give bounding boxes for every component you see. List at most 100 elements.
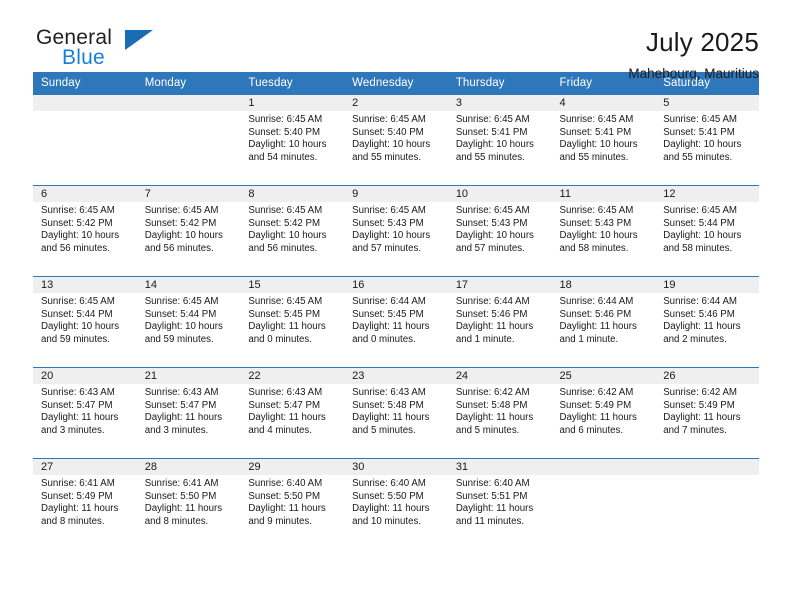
calendar-day-cell[interactable]: 6 Sunrise: 6:45 AM Sunset: 5:42 PM Daylight… xyxy=(33,185,137,277)
calendar-day-cell[interactable]: 3 Sunrise: 6:45 AM Sunset: 5:41 PM Daylight… xyxy=(447,95,552,186)
sunset-time: Sunset: 5:50 PM xyxy=(144,490,217,502)
day-details: Sunrise: 6:42 AM Sunset: 5:49 PM Daylight:… xyxy=(552,384,656,437)
day-number: 21 xyxy=(136,368,241,384)
calendar-day-cell[interactable]: 13 Sunrise: 6:45 AM Sunset: 5:44 PM Dayligh… xyxy=(33,276,137,368)
page-header: General Blue July 2025 Mahebourg, Maurit… xyxy=(33,0,759,81)
calendar-day-cell[interactable]: 23 Sunrise: 6:43 AM Sunset: 5:48 PM Dayligh… xyxy=(344,367,448,459)
daylight-duration-line2: and 0 minutes. xyxy=(248,333,312,345)
sunrise-time: Sunrise: 6:44 AM xyxy=(455,296,530,307)
calendar-day-cell[interactable]: 5 Sunrise: 6:45 AM Sunset: 5:41 PM Daylight… xyxy=(655,95,759,186)
daylight-duration-line1: Daylight: 11 hours xyxy=(559,412,637,424)
daylight-duration-line1: Daylight: 11 hours xyxy=(248,321,326,333)
day-number xyxy=(33,95,137,111)
daylight-duration-line2: and 56 minutes. xyxy=(144,242,214,254)
daylight-duration-line1: Daylight: 11 hours xyxy=(248,412,326,424)
calendar-day-cell[interactable]: 26 Sunrise: 6:42 AM Sunset: 5:49 PM Dayligh… xyxy=(655,367,759,459)
calendar-day-cell[interactable]: 21 Sunrise: 6:43 AM Sunset: 5:47 PM Dayligh… xyxy=(136,367,241,459)
calendar-day-cell[interactable]: 12 Sunrise: 6:45 AM Sunset: 5:44 PM Dayligh… xyxy=(655,185,759,277)
calendar-day-cell[interactable]: 18 Sunrise: 6:44 AM Sunset: 5:46 PM Dayligh… xyxy=(551,276,656,368)
daylight-duration-line2: and 55 minutes. xyxy=(559,151,629,163)
sunset-time: Sunset: 5:44 PM xyxy=(144,308,217,320)
calendar-day-cell-empty xyxy=(655,458,759,549)
day-details: Sunrise: 6:45 AM Sunset: 5:40 PM Daylight:… xyxy=(344,111,448,164)
day-number: 23 xyxy=(344,368,448,384)
day-details: Sunrise: 6:45 AM Sunset: 5:42 PM Daylight:… xyxy=(33,202,137,255)
day-details: Sunrise: 6:45 AM Sunset: 5:41 PM Daylight:… xyxy=(448,111,552,164)
daylight-duration-line2: and 2 minutes. xyxy=(663,333,727,345)
day-details: Sunrise: 6:45 AM Sunset: 5:44 PM Daylight:… xyxy=(33,293,137,346)
calendar-day-cell[interactable]: 31 Sunrise: 6:40 AM Sunset: 5:51 PM Dayligh… xyxy=(447,458,552,549)
sunset-time: Sunset: 5:43 PM xyxy=(352,217,424,229)
sunrise-time: Sunrise: 6:45 AM xyxy=(248,205,323,216)
day-details: Sunrise: 6:41 AM Sunset: 5:49 PM Daylight:… xyxy=(33,475,137,528)
calendar-day-cell[interactable]: 9 Sunrise: 6:45 AM Sunset: 5:43 PM Daylight… xyxy=(344,185,448,277)
day-details: Sunrise: 6:44 AM Sunset: 5:45 PM Daylight:… xyxy=(344,293,448,346)
calendar-day-cell[interactable]: 8 Sunrise: 6:45 AM Sunset: 5:42 PM Daylight… xyxy=(240,185,345,277)
daylight-duration-line1: Daylight: 11 hours xyxy=(455,321,534,333)
daylight-duration-line1: Daylight: 11 hours xyxy=(352,321,430,333)
sunrise-time: Sunrise: 6:45 AM xyxy=(455,205,530,216)
sunrise-time: Sunrise: 6:42 AM xyxy=(455,387,530,398)
sunset-time: Sunset: 5:46 PM xyxy=(663,308,735,320)
calendar-day-cell-empty xyxy=(551,458,656,549)
daylight-duration-line1: Daylight: 11 hours xyxy=(663,412,741,424)
day-number: 6 xyxy=(33,186,137,202)
weekday-header-tuesday: Tuesday xyxy=(240,72,345,95)
day-number: 7 xyxy=(136,186,241,202)
calendar-day-cell[interactable]: 2 Sunrise: 6:45 AM Sunset: 5:40 PM Daylight… xyxy=(344,95,448,186)
generalblue-logo[interactable]: General Blue xyxy=(33,26,163,74)
sunrise-time: Sunrise: 6:40 AM xyxy=(352,478,426,489)
sunset-time: Sunset: 5:45 PM xyxy=(248,308,321,320)
calendar-day-cell[interactable]: 14 Sunrise: 6:45 AM Sunset: 5:44 PM Dayligh… xyxy=(136,276,241,368)
calendar-day-cell[interactable]: 24 Sunrise: 6:42 AM Sunset: 5:48 PM Dayligh… xyxy=(447,367,552,459)
calendar-day-cell[interactable]: 19 Sunrise: 6:44 AM Sunset: 5:46 PM Dayligh… xyxy=(655,276,759,368)
day-number: 22 xyxy=(240,368,345,384)
daylight-duration-line2: and 5 minutes. xyxy=(352,424,416,436)
calendar-day-cell[interactable]: 7 Sunrise: 6:45 AM Sunset: 5:42 PM Daylight… xyxy=(136,185,241,277)
daylight-duration-line1: Daylight: 10 hours xyxy=(559,139,638,151)
sunset-time: Sunset: 5:45 PM xyxy=(352,308,424,320)
daylight-duration-line1: Daylight: 11 hours xyxy=(559,321,637,333)
calendar-day-cell[interactable]: 29 Sunrise: 6:40 AM Sunset: 5:50 PM Dayligh… xyxy=(240,458,345,549)
day-number: 25 xyxy=(551,368,656,384)
daylight-duration-line2: and 56 minutes. xyxy=(41,242,110,254)
calendar-day-cell[interactable]: 4 Sunrise: 6:45 AM Sunset: 5:41 PM Daylight… xyxy=(551,95,656,186)
daylight-duration-line1: Daylight: 10 hours xyxy=(455,230,534,242)
daylight-duration-line1: Daylight: 10 hours xyxy=(41,230,120,242)
calendar-day-cell[interactable]: 11 Sunrise: 6:45 AM Sunset: 5:43 PM Dayligh… xyxy=(551,185,656,277)
daylight-duration-line1: Daylight: 10 hours xyxy=(663,230,742,242)
calendar-day-cell[interactable]: 28 Sunrise: 6:41 AM Sunset: 5:50 PM Dayligh… xyxy=(136,458,241,549)
daylight-duration-line2: and 55 minutes. xyxy=(352,151,422,163)
day-details: Sunrise: 6:43 AM Sunset: 5:47 PM Daylight:… xyxy=(33,384,137,437)
daylight-duration-line2: and 56 minutes. xyxy=(248,242,318,254)
calendar-day-cell[interactable]: 27 Sunrise: 6:41 AM Sunset: 5:49 PM Dayligh… xyxy=(33,458,137,549)
daylight-duration-line1: Daylight: 10 hours xyxy=(559,230,638,242)
daylight-duration-line1: Daylight: 10 hours xyxy=(352,139,431,151)
calendar-day-cell[interactable]: 25 Sunrise: 6:42 AM Sunset: 5:49 PM Dayligh… xyxy=(551,367,656,459)
day-number: 17 xyxy=(447,277,552,293)
logo-word-blue: Blue xyxy=(62,46,105,69)
calendar-day-cell[interactable]: 15 Sunrise: 6:45 AM Sunset: 5:45 PM Dayligh… xyxy=(240,276,345,368)
day-number: 18 xyxy=(551,277,656,293)
day-number: 13 xyxy=(33,277,137,293)
daylight-duration-line2: and 55 minutes. xyxy=(663,151,733,163)
day-number: 14 xyxy=(136,277,241,293)
day-number: 29 xyxy=(240,459,345,475)
daylight-duration-line1: Daylight: 11 hours xyxy=(455,503,534,515)
calendar-day-cell[interactable]: 16 Sunrise: 6:44 AM Sunset: 5:45 PM Dayligh… xyxy=(344,276,448,368)
sunrise-time: Sunrise: 6:42 AM xyxy=(663,387,737,398)
sunrise-time: Sunrise: 6:40 AM xyxy=(248,478,323,489)
calendar-day-cell[interactable]: 10 Sunrise: 6:45 AM Sunset: 5:43 PM Dayligh… xyxy=(447,185,552,277)
day-number: 2 xyxy=(344,95,448,111)
daylight-duration-line2: and 8 minutes. xyxy=(144,515,209,527)
calendar-day-cell[interactable]: 22 Sunrise: 6:43 AM Sunset: 5:47 PM Dayligh… xyxy=(240,367,345,459)
calendar-week-row: 1 Sunrise: 6:45 AM Sunset: 5:40 PM Daylight… xyxy=(33,95,759,186)
daylight-duration-line2: and 9 minutes. xyxy=(248,515,312,527)
calendar-day-cell[interactable]: 1 Sunrise: 6:45 AM Sunset: 5:40 PM Daylight… xyxy=(240,95,345,186)
calendar-day-cell[interactable]: 30 Sunrise: 6:40 AM Sunset: 5:50 PM Dayligh… xyxy=(344,458,448,549)
calendar-day-cell[interactable]: 20 Sunrise: 6:43 AM Sunset: 5:47 PM Dayligh… xyxy=(33,367,137,459)
sunrise-time: Sunrise: 6:45 AM xyxy=(144,296,219,307)
calendar-day-cell[interactable]: 17 Sunrise: 6:44 AM Sunset: 5:46 PM Dayligh… xyxy=(447,276,552,368)
daylight-duration-line1: Daylight: 11 hours xyxy=(144,412,223,424)
sunset-time: Sunset: 5:48 PM xyxy=(352,399,424,411)
